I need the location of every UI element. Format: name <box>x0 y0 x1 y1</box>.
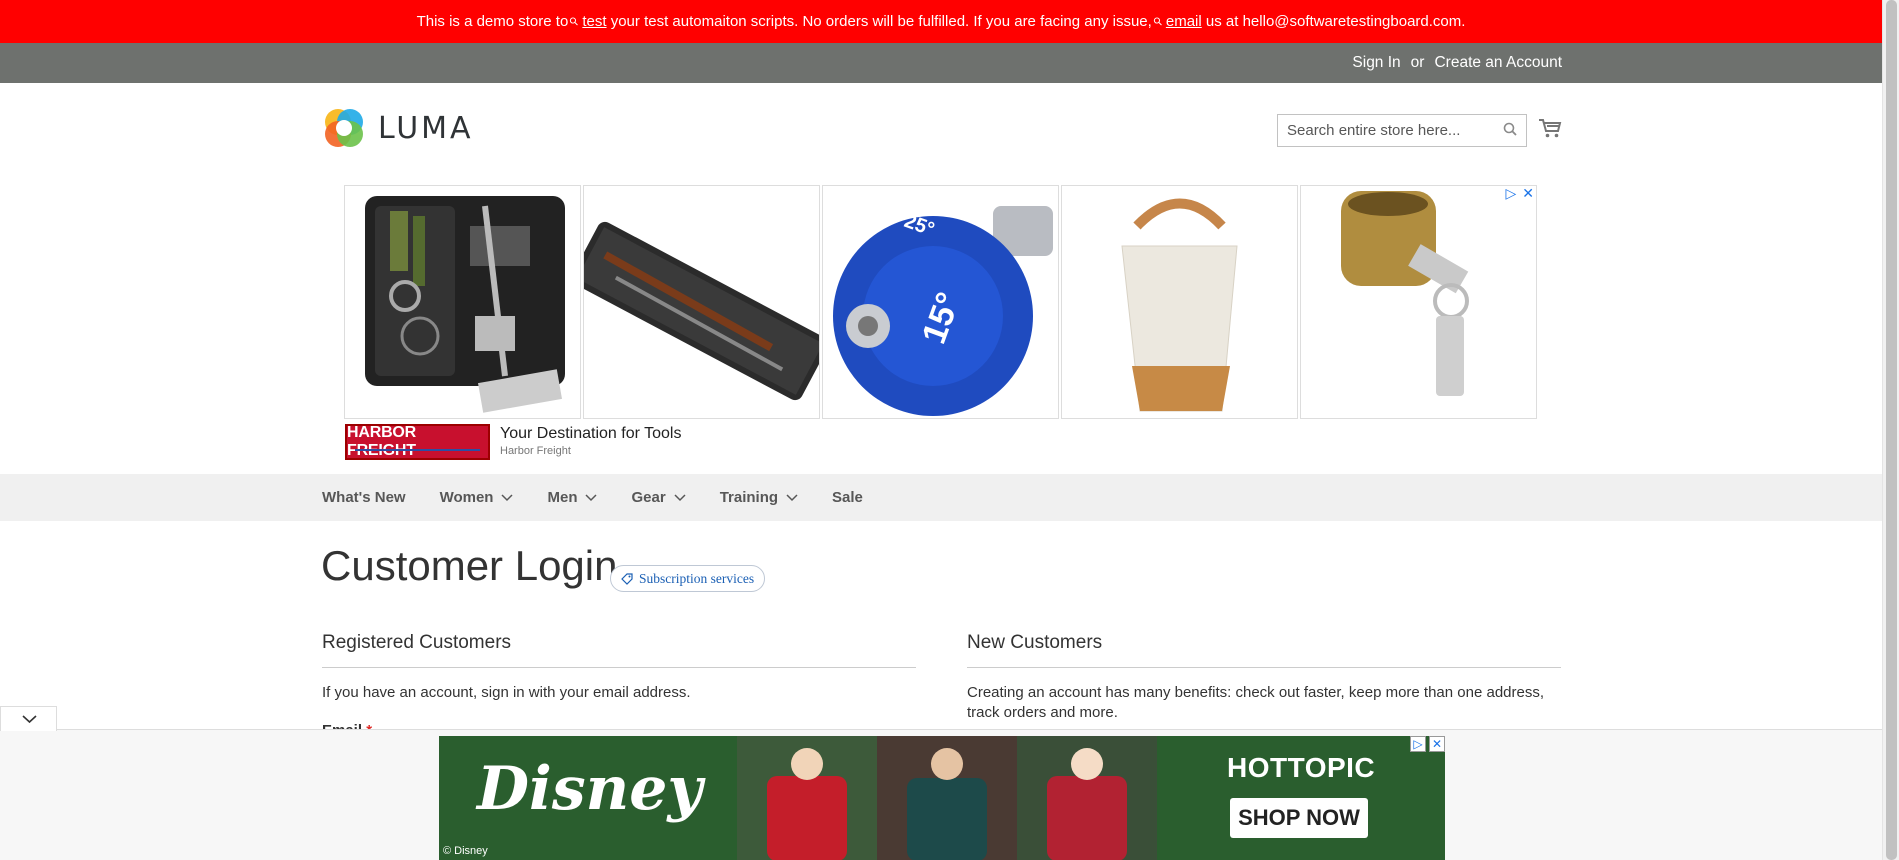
ad-advertiser: Harbor Freight <box>500 445 571 457</box>
banner-text-3: us at hello@softwaretestingboard.com. <box>1205 13 1466 30</box>
nav-item-sale[interactable]: Sale <box>832 489 863 506</box>
nav-item-whats-new[interactable]: What's New <box>322 489 406 506</box>
ad-tile-canvas-bucket[interactable] <box>1061 185 1298 419</box>
banner-email-link[interactable]: email <box>1166 13 1202 30</box>
shop-now-button[interactable]: SHOP NOW <box>1230 798 1368 838</box>
ad-tile-survival-kit[interactable] <box>344 185 581 419</box>
header-panel: Sign In or Create an Account <box>0 43 1882 83</box>
ad-choices[interactable]: ▷ ✕ <box>1505 185 1534 202</box>
chevron-down-icon <box>786 493 798 501</box>
divider <box>967 667 1561 668</box>
search-input[interactable]: Search entire store here... <box>1277 114 1527 147</box>
scrollbar-thumb[interactable] <box>1886 0 1897 860</box>
create-account-link[interactable]: Create an Account <box>1434 54 1562 72</box>
disney-logo: Disney <box>477 754 703 824</box>
ad-tagline[interactable]: Your Destination for Tools <box>500 425 681 443</box>
advertisement-bottom[interactable]: Disney © Disney HOTTOPIC SHOP NOW ▷ ✕ <box>0 729 1882 860</box>
advertisement-top[interactable]: 15° 25° ▷ ✕ HARBOR FREIGHT Your Destinat… <box>344 185 1540 461</box>
sweater-models-image <box>737 736 1157 860</box>
chevron-down-icon <box>501 493 514 501</box>
chevron-down-icon <box>585 493 598 501</box>
or-text: or <box>1410 54 1425 71</box>
nav-item-label: What's New <box>322 489 406 506</box>
chevron-down-icon <box>674 493 686 501</box>
badge-label: Subscription services <box>639 570 755 586</box>
ad-tile-torque-driver[interactable]: 15° 25° <box>822 185 1059 419</box>
luma-logo[interactable]: LUMA <box>322 106 474 150</box>
main-navigation: What's New Women Men Gear Training Sale <box>0 474 1882 521</box>
search-placeholder: Search entire store here... <box>1287 122 1461 139</box>
sign-in-link[interactable]: Sign In <box>1352 54 1400 72</box>
registered-customers-text: If you have an account, sign in with you… <box>322 684 691 701</box>
survival-kit-image <box>365 196 565 413</box>
nav-item-training[interactable]: Training <box>720 489 798 506</box>
adchoices-icon[interactable]: ▷ <box>1505 185 1516 202</box>
canvas-bucket-image <box>1121 198 1238 412</box>
banner-test-link[interactable]: test <box>582 13 606 30</box>
new-customers-text: Creating an account has many benefits: c… <box>967 684 1545 721</box>
close-icon[interactable]: ✕ <box>1522 185 1534 202</box>
collapse-ad-button[interactable] <box>0 706 57 731</box>
disney-copyright: © Disney <box>443 845 488 857</box>
divider <box>322 667 916 668</box>
nav-item-women[interactable]: Women <box>440 489 514 506</box>
nav-item-gear[interactable]: Gear <box>631 489 686 506</box>
nav-item-label: Training <box>719 489 779 506</box>
nav-item-label: Women <box>439 489 494 506</box>
tag-icon <box>621 572 633 585</box>
demo-store-banner: This is a demo store to ⚲ test your test… <box>0 0 1882 43</box>
nav-item-label: Gear <box>631 489 666 506</box>
hitch-lock-image <box>1341 191 1469 396</box>
chevron-down-icon <box>22 715 37 724</box>
hot-topic-logo: HOTTOPIC <box>1227 752 1376 783</box>
harbor-freight-logo[interactable]: HARBOR FREIGHT <box>345 424 490 460</box>
new-customers-title: New Customers <box>967 632 1103 653</box>
search-icon: ⚲ <box>567 14 582 29</box>
ad-tile-rifle-case[interactable] <box>583 185 820 419</box>
registered-customers-title: Registered Customers <box>322 632 512 653</box>
adchoices-icon[interactable]: ▷ <box>1410 736 1426 752</box>
search-icon[interactable] <box>1503 122 1517 136</box>
nav-item-men[interactable]: Men <box>547 489 598 506</box>
page-scrollbar[interactable] <box>1882 0 1899 860</box>
ad-tile-hitch-lock[interactable] <box>1300 185 1537 419</box>
cart-icon[interactable] <box>1538 116 1562 140</box>
subscription-services-badge[interactable]: Subscription services <box>610 565 766 592</box>
rifle-case-image <box>584 221 819 401</box>
torque-driver-image: 15° 25° <box>833 206 1053 416</box>
page-title: Customer Login <box>321 542 618 589</box>
nav-item-label: Men <box>547 489 578 506</box>
nav-item-label: Sale <box>832 489 863 506</box>
luma-logo-icon <box>325 109 363 147</box>
disney-hottopic-creative[interactable]: Disney © Disney HOTTOPIC SHOP NOW ▷ ✕ <box>439 736 1445 860</box>
search-icon: ⚲ <box>1151 14 1166 29</box>
close-icon[interactable]: ✕ <box>1429 736 1445 752</box>
logo-text: LUMA <box>378 110 474 146</box>
banner-text-2: your test automaiton scripts. No orders … <box>610 13 1152 30</box>
banner-text-1: This is a demo store to <box>416 13 569 30</box>
